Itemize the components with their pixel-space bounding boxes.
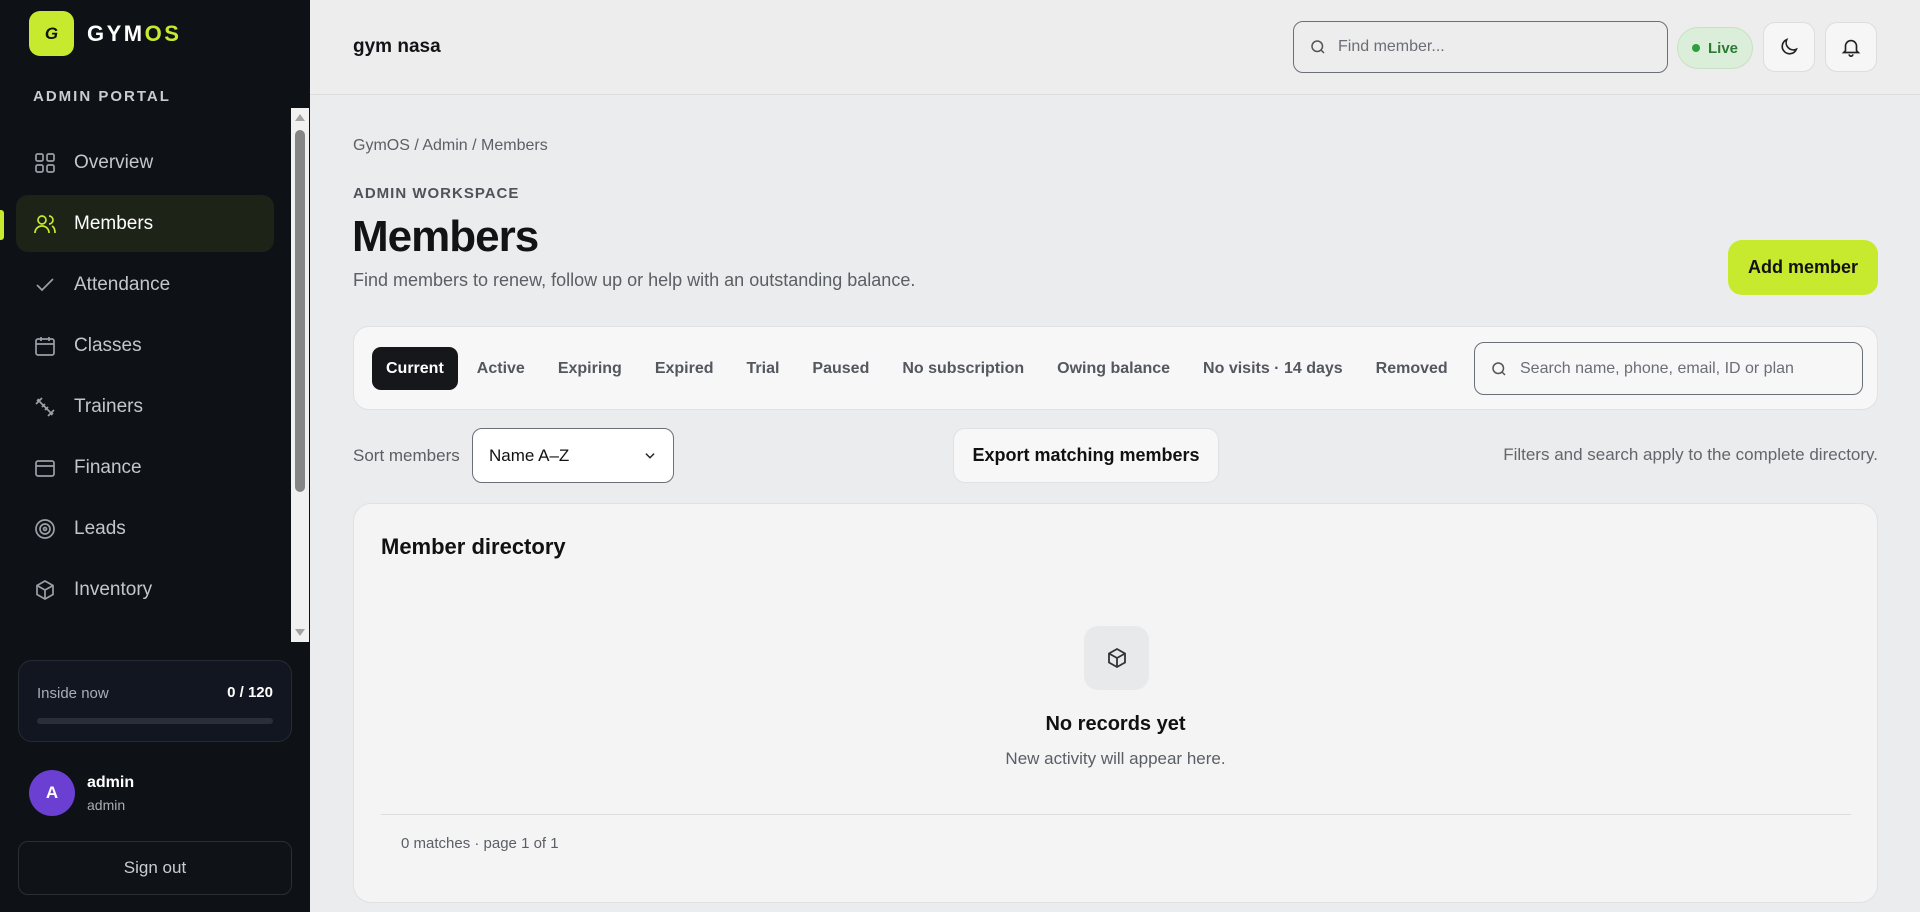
users-icon bbox=[33, 212, 57, 236]
export-members-button[interactable]: Export matching members bbox=[953, 428, 1219, 483]
find-member-input[interactable] bbox=[1338, 38, 1658, 56]
grid-icon bbox=[33, 151, 57, 175]
pagination-info: 0 matches · page 1 of 1 bbox=[401, 835, 559, 852]
sidebar-item-label: Attendance bbox=[74, 273, 171, 295]
sidebar-item-label: Finance bbox=[74, 456, 142, 478]
add-member-button[interactable]: Add member bbox=[1728, 240, 1878, 295]
sidebar-item-attendance[interactable]: Attendance bbox=[16, 256, 274, 313]
occupancy-card: Inside now 0 / 120 bbox=[18, 660, 292, 742]
tab-trial[interactable]: Trial bbox=[733, 347, 794, 390]
live-status-badge: Live bbox=[1677, 27, 1753, 69]
sidebar-item-label: Overview bbox=[74, 151, 154, 173]
avatar: A bbox=[29, 770, 75, 816]
brand-name: GYMOS bbox=[87, 20, 182, 46]
calendar-icon bbox=[33, 334, 57, 358]
directory-search[interactable] bbox=[1474, 342, 1863, 395]
live-label: Live bbox=[1707, 39, 1738, 57]
status-tabs: Current Active Expiring Expired Trial Pa… bbox=[372, 347, 1467, 390]
tab-active[interactable]: Active bbox=[463, 347, 539, 390]
box-icon bbox=[33, 578, 57, 602]
sort-selected-value: Name A–Z bbox=[489, 445, 570, 465]
topbar: gym nasa Live bbox=[310, 0, 1920, 95]
target-icon bbox=[33, 517, 57, 541]
page-title: Members bbox=[352, 212, 539, 261]
directory-search-input[interactable] bbox=[1520, 359, 1860, 378]
wallet-icon bbox=[33, 456, 57, 480]
check-icon bbox=[33, 273, 57, 297]
tab-expired[interactable]: Expired bbox=[641, 347, 728, 390]
empty-state-subtitle: New activity will appear here. bbox=[1005, 749, 1226, 768]
user-name: admin bbox=[87, 773, 135, 791]
portal-label: ADMIN PORTAL bbox=[33, 88, 171, 105]
sidebar-item-classes[interactable]: Classes bbox=[16, 317, 274, 374]
brand[interactable]: G GYMOS bbox=[29, 11, 181, 56]
sidebar-item-inventory[interactable]: Inventory bbox=[16, 561, 274, 618]
sidebar: G GYMOS ADMIN PORTAL Overview Members At… bbox=[0, 0, 310, 912]
occupancy-count: 0 / 120 bbox=[227, 684, 273, 701]
workspace-eyebrow: ADMIN WORKSPACE bbox=[353, 185, 520, 202]
sign-out-button[interactable]: Sign out bbox=[18, 841, 292, 895]
tab-paused[interactable]: Paused bbox=[798, 347, 883, 390]
bell-icon bbox=[1841, 39, 1861, 57]
member-directory: Member directory No records yet New acti… bbox=[353, 503, 1878, 903]
sidebar-item-label: Classes bbox=[74, 334, 142, 356]
tab-expiring[interactable]: Expiring bbox=[544, 347, 636, 390]
notifications-button[interactable] bbox=[1825, 22, 1877, 72]
dumbbell-icon bbox=[33, 395, 57, 419]
live-dot-icon bbox=[1691, 44, 1700, 52]
user-info: admin admin bbox=[87, 774, 134, 813]
sidebar-scrollbar[interactable] bbox=[291, 108, 309, 642]
scrollbar-thumb[interactable] bbox=[295, 130, 305, 492]
search-icon bbox=[1311, 40, 1325, 54]
active-indicator bbox=[0, 210, 4, 240]
divider bbox=[381, 814, 1851, 815]
empty-state-box-icon bbox=[1084, 626, 1149, 690]
tab-removed[interactable]: Removed bbox=[1362, 347, 1462, 390]
page-subtitle: Find members to renew, follow up or help… bbox=[353, 270, 916, 290]
search-icon bbox=[1492, 361, 1506, 376]
filters-note: Filters and search apply to the complete… bbox=[1503, 445, 1878, 464]
chevron-down-icon bbox=[645, 452, 655, 459]
sidebar-item-finance[interactable]: Finance bbox=[16, 439, 274, 496]
sidebar-item-leads[interactable]: Leads bbox=[16, 500, 274, 557]
scroll-up-arrow-icon[interactable] bbox=[295, 114, 305, 121]
sidebar-item-trainers[interactable]: Trainers bbox=[16, 378, 274, 435]
tab-current[interactable]: Current bbox=[372, 347, 458, 390]
sort-select[interactable]: Name A–Z bbox=[472, 428, 674, 483]
sidebar-item-overview[interactable]: Overview bbox=[16, 134, 274, 191]
scroll-down-arrow-icon[interactable] bbox=[295, 629, 305, 636]
sidebar-item-label: Members bbox=[74, 212, 154, 234]
sidebar-item-label: Trainers bbox=[74, 395, 143, 417]
breadcrumb: GymOS / Admin / Members bbox=[353, 137, 548, 154]
occupancy-bar bbox=[37, 718, 273, 724]
tab-no-visits[interactable]: No visits · 14 days bbox=[1189, 347, 1357, 390]
empty-state-title: No records yet bbox=[1045, 713, 1186, 735]
gym-name: gym nasa bbox=[353, 36, 441, 57]
tab-no-subscription[interactable]: No subscription bbox=[888, 347, 1038, 390]
main-content: GymOS / Admin / Members ADMIN WORKSPACE … bbox=[310, 96, 1920, 912]
sidebar-item-label: Leads bbox=[74, 517, 126, 539]
theme-toggle-button[interactable] bbox=[1763, 22, 1815, 72]
sidebar-nav: Overview Members Attendance Classes Trai… bbox=[16, 134, 274, 622]
user-role: admin bbox=[87, 796, 126, 813]
sidebar-item-label: Inventory bbox=[74, 578, 153, 600]
occupancy-label: Inside now bbox=[37, 685, 109, 702]
sidebar-item-members[interactable]: Members bbox=[16, 195, 274, 252]
brand-logo: G bbox=[29, 11, 74, 56]
sort-label: Sort members bbox=[353, 446, 460, 465]
directory-title: Member directory bbox=[381, 534, 566, 559]
find-member-search[interactable] bbox=[1293, 21, 1668, 73]
user-profile[interactable]: A admin admin bbox=[29, 770, 134, 816]
moon-icon bbox=[1781, 38, 1798, 55]
tab-owing-balance[interactable]: Owing balance bbox=[1043, 347, 1184, 390]
filter-bar: Current Active Expiring Expired Trial Pa… bbox=[353, 326, 1878, 410]
